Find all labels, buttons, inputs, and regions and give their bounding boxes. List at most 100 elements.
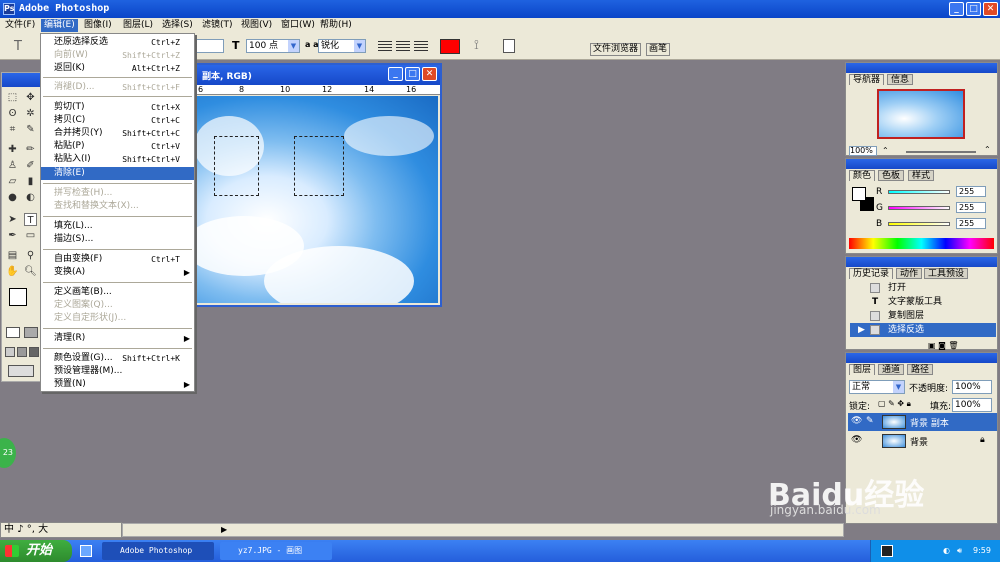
palettes-icon[interactable] <box>503 39 515 53</box>
menu-select[interactable]: 选择(S) <box>159 19 196 32</box>
lock-icons[interactable]: ▢ ✎ ✥ 🔒︎ <box>878 399 911 409</box>
lasso-tool-icon[interactable]: ʘ <box>6 107 19 120</box>
menu-file[interactable]: 文件(F) <box>2 19 38 32</box>
menu-item-find-replace[interactable]: 查找和替换文本(X)... <box>41 200 194 213</box>
doc-maximize-button[interactable]: □ <box>405 67 420 81</box>
menu-item-color-settings[interactable]: 颜色设置(G)... Shift+Ctrl+K <box>41 352 194 365</box>
red-value[interactable]: 255 <box>956 186 986 197</box>
color-spectrum[interactable] <box>849 238 994 249</box>
menu-image[interactable]: 图像(I) <box>81 19 115 32</box>
zoom-field[interactable]: 100% <box>849 146 877 156</box>
close-button[interactable]: ✕ <box>983 2 998 16</box>
tab-navigator[interactable]: 导航器 <box>849 74 885 85</box>
tab-paths[interactable]: 路径 <box>907 364 934 375</box>
menu-item-fill[interactable]: 填充(L)... <box>41 220 194 233</box>
menu-item-define-brush[interactable]: 定义画笔(B)... <box>41 286 194 299</box>
clone-stamp-icon[interactable]: ♙ <box>6 159 19 172</box>
tray-volume-icon[interactable]: 🔊︎ <box>957 540 962 562</box>
zoom-slider[interactable] <box>906 151 976 153</box>
menu-item-spell-check[interactable]: 拼写检查(H)... <box>41 187 194 200</box>
menu-item-copy-merged[interactable]: 合并拷贝(Y) Shift+Ctrl+C <box>41 127 194 140</box>
menu-edit[interactable]: 编辑(E) <box>41 19 78 32</box>
menu-item-copy[interactable]: 拷贝(C) Ctrl+C <box>41 114 194 127</box>
dodge-tool-icon[interactable]: ◐ <box>24 191 37 204</box>
menu-item-cut[interactable]: 剪切(T) Ctrl+X <box>41 101 194 114</box>
hand-tool-icon[interactable]: ✋ <box>6 265 19 278</box>
menu-item-paste-into[interactable]: 粘贴入(I) Shift+Ctrl+V <box>41 153 194 166</box>
tab-swatches[interactable]: 色板 <box>878 170 905 181</box>
scroll-right-icon[interactable]: ▶ <box>221 525 227 534</box>
foreground-color[interactable] <box>9 288 27 306</box>
zoom-in-icon[interactable]: ⌃ <box>984 145 991 154</box>
history-buttons[interactable]: ▣ ◙ 🗑︎ <box>928 341 959 350</box>
navigator-thumbnail[interactable] <box>877 89 965 139</box>
quickmask-mode-icon[interactable] <box>24 327 38 338</box>
green-value[interactable]: 255 <box>956 202 986 213</box>
horizontal-scrollbar[interactable]: ▶ <box>122 523 844 537</box>
shape-tool-icon[interactable]: ▭ <box>24 229 37 242</box>
minimize-button[interactable]: _ <box>949 2 964 16</box>
task-paint[interactable]: yz7.JPG - 画图 <box>220 542 332 560</box>
doc-minimize-button[interactable]: _ <box>388 67 403 81</box>
menu-layer[interactable]: 图层(L) <box>120 19 156 32</box>
start-button[interactable]: 开始 <box>0 540 72 562</box>
eyedropper-icon[interactable]: ⚲ <box>24 249 37 262</box>
tab-color[interactable]: 颜色 <box>849 170 876 181</box>
blue-slider[interactable] <box>888 222 950 226</box>
tray-app-icon[interactable] <box>881 545 893 557</box>
red-slider[interactable] <box>888 190 950 194</box>
text-color-swatch[interactable] <box>440 39 460 54</box>
menu-help[interactable]: 帮助(H) <box>317 19 355 32</box>
menu-item-preset-manager[interactable]: 预设管理器(M)... <box>41 365 194 378</box>
menu-view[interactable]: 视图(V) <box>238 19 275 32</box>
layer-row-active[interactable]: 👁︎ ✎ 背景 副本 <box>848 413 997 431</box>
screen-mode-1-icon[interactable] <box>5 347 15 357</box>
blend-mode-dropdown[interactable]: 正常 ▼ <box>849 380 905 394</box>
menu-item-paste[interactable]: 粘贴(P) Ctrl+V <box>41 140 194 153</box>
standard-mode-icon[interactable] <box>6 327 20 338</box>
menu-item-preferences[interactable]: 预置(N) ▶ <box>41 378 194 391</box>
menu-item-purge[interactable]: 清理(R) ▶ <box>41 332 194 345</box>
screen-mode-3-icon[interactable] <box>29 347 39 357</box>
eye-icon[interactable]: 👁︎ <box>851 435 862 445</box>
antialias-dropdown[interactable]: 锐化 ▼ <box>318 39 366 53</box>
crop-tool-icon[interactable]: ⌗ <box>6 123 19 136</box>
notes-tool-icon[interactable]: ▤ <box>6 249 19 262</box>
gradient-tool-icon[interactable]: ▮ <box>24 175 37 188</box>
show-desktop-icon[interactable] <box>80 545 92 557</box>
tab-actions[interactable]: 动作 <box>896 268 923 279</box>
magic-wand-icon[interactable]: ✲ <box>24 107 37 120</box>
jump-to-imageready-icon[interactable] <box>8 365 34 377</box>
history-item-active[interactable]: ▶ 选择反选 <box>850 323 996 337</box>
menu-window[interactable]: 窗口(W) <box>278 19 318 32</box>
pen-tool-icon[interactable]: ✒ <box>6 229 19 242</box>
menu-filter[interactable]: 滤镜(T) <box>199 19 236 32</box>
history-item[interactable]: 打开 <box>850 281 996 295</box>
slice-tool-icon[interactable]: ✎ <box>24 123 37 136</box>
tab-channels[interactable]: 通道 <box>878 364 905 375</box>
tab-tool-presets[interactable]: 工具预设 <box>924 268 969 279</box>
marquee-tool-icon[interactable]: ⬚ <box>6 91 19 104</box>
tab-info[interactable]: 信息 <box>887 74 914 85</box>
menu-item-undo[interactable]: 还原选择反选 Ctrl+Z <box>41 36 194 49</box>
font-size-dropdown[interactable]: 100 点 ▼ <box>246 39 300 53</box>
menu-item-clear[interactable]: 清除(E) <box>41 167 194 180</box>
eraser-tool-icon[interactable]: ▱ <box>6 175 19 188</box>
blue-value[interactable]: 255 <box>956 218 986 229</box>
opacity-field[interactable]: 100% <box>952 380 992 394</box>
align-left-icon[interactable] <box>378 41 392 51</box>
menu-item-transform[interactable]: 变换(A) ▶ <box>41 266 194 279</box>
tray-network-icon[interactable]: ◐ <box>943 540 950 562</box>
layer-row[interactable]: 👁︎ 背景 🔒︎ <box>848 432 997 450</box>
zoom-out-icon[interactable]: ⌃ <box>882 146 889 155</box>
menu-item-stroke[interactable]: 描边(S)... <box>41 233 194 246</box>
tab-brushes[interactable]: 画笔 <box>646 43 671 56</box>
brush-tool-icon[interactable]: ✏ <box>24 143 37 156</box>
history-item[interactable]: 复制图层 <box>850 309 996 323</box>
blur-tool-icon[interactable]: ● <box>6 191 19 204</box>
green-slider[interactable] <box>888 206 950 210</box>
history-item[interactable]: T 文字蒙版工具 <box>850 295 996 309</box>
image-canvas[interactable] <box>194 96 438 303</box>
healing-brush-icon[interactable]: ✚ <box>6 143 19 156</box>
warp-text-icon[interactable]: ⟟ <box>474 38 479 53</box>
